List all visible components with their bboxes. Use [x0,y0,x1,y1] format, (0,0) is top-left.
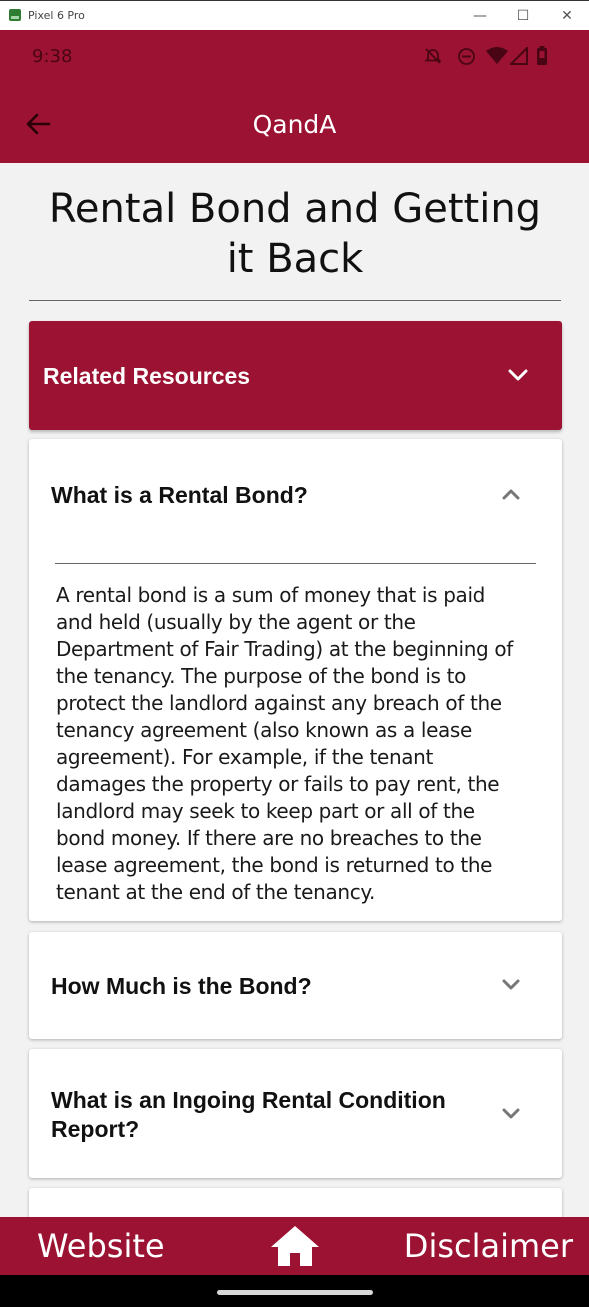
status-time: 9:38 [32,46,73,67]
wifi-icon [486,47,508,64]
question-card[interactable]: What is a Rental Bond? A rental bond is … [29,439,562,921]
battery-icon [537,46,547,65]
app-bar-title: QandA [252,110,337,139]
related-resources-toggle[interactable]: Related Resources [29,321,562,430]
title-divider [29,300,561,301]
question-title: What is a Rental Bond? [51,482,308,508]
question-title: What is an Ingoing Rental Condition Repo… [51,1087,446,1142]
maximize-button[interactable]: ☐ [510,5,536,27]
emulator-window-title: Pixel 6 Pro [28,9,85,22]
gesture-handle[interactable] [217,1290,373,1295]
question-title: How Much is the Bond? [51,973,312,999]
question-card[interactable]: What is an Ingoing Rental Condition Repo… [29,1049,562,1178]
question-card[interactable]: How Much is the Bond? [29,932,562,1039]
page-title: Rental Bond and Getting it Back [48,186,542,282]
emulator-window-bar: Pixel 6 Pro — ☐ ✕ [0,0,589,30]
close-button[interactable]: ✕ [554,5,580,27]
disclaimer-link[interactable]: Disclaimer [404,1227,573,1265]
bottom-nav: Website Disclaimer [0,1217,589,1275]
chevron-down-icon[interactable] [497,971,525,999]
signal-icon [510,47,528,65]
home-icon[interactable] [268,1222,322,1270]
website-link[interactable]: Website [37,1227,165,1265]
answer-text: A rental bond is a sum of money that is … [56,583,513,904]
chevron-down-icon[interactable] [497,1100,525,1128]
chevron-up-icon[interactable] [497,480,525,508]
emulator-app-icon [9,9,21,21]
chevron-down-icon [508,369,528,381]
status-icons [424,44,564,68]
related-resources-label: Related Resources [43,363,251,389]
answer-divider [55,563,536,564]
do-not-disturb-icon [458,48,475,65]
alarm-off-icon [424,48,442,64]
minimize-button[interactable]: — [467,5,493,27]
